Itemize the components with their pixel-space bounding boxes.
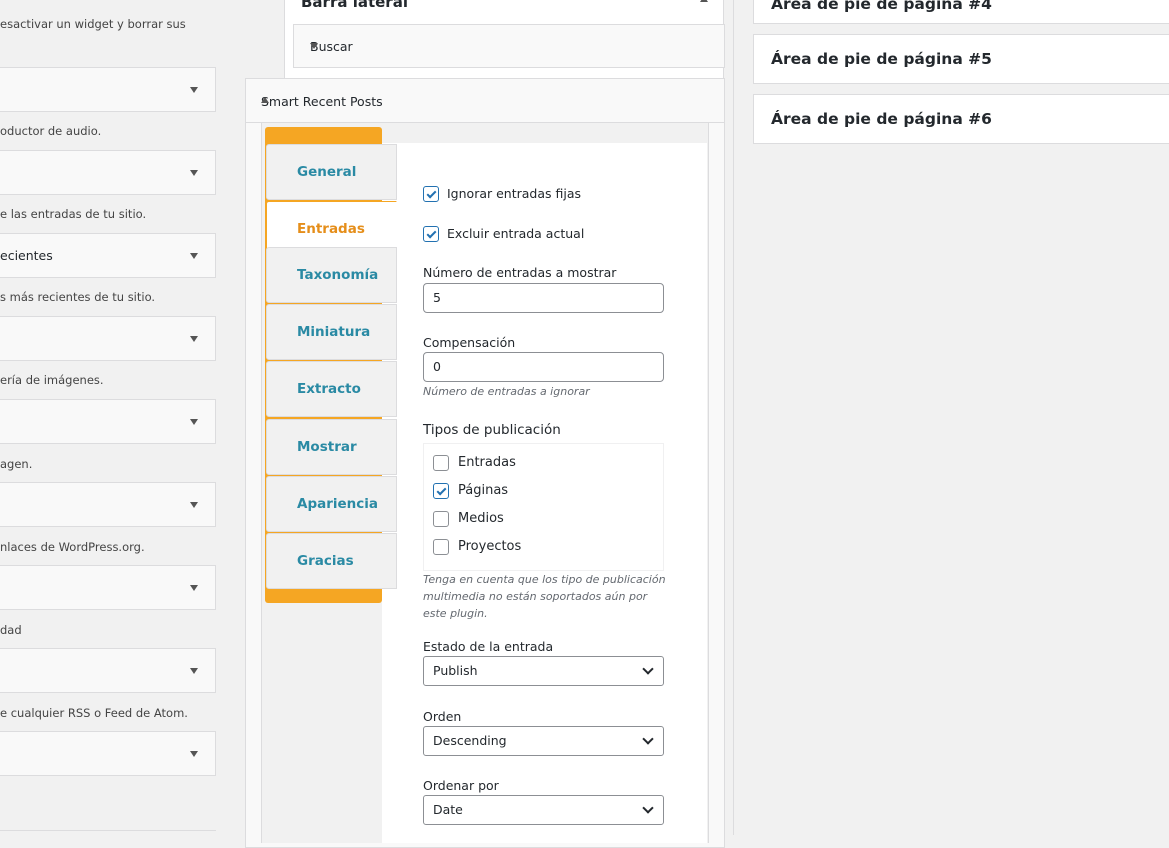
footer-area-title: Área de pie de página #4: [771, 0, 992, 13]
caret-down-icon[interactable]: [190, 336, 198, 342]
footer-area-4[interactable]: Área de pie de página #4: [753, 0, 1169, 24]
post-status-label: Estado de la entrada: [423, 639, 554, 654]
post-type-entradas-label[interactable]: Entradas: [458, 455, 516, 470]
available-widget[interactable]: [0, 67, 216, 112]
widget-description: ería de imágenes.: [0, 373, 104, 387]
footer-area-6[interactable]: Área de pie de página #6: [753, 94, 1169, 144]
exclude-current-label[interactable]: Excluir entrada actual: [447, 226, 584, 241]
available-widget[interactable]: [0, 150, 216, 195]
available-widget[interactable]: [0, 316, 216, 361]
widget-description: e cualquier RSS o Feed de Atom.: [0, 706, 188, 720]
post-status-select[interactable]: Publish: [423, 656, 664, 686]
caret-down-icon[interactable]: [190, 668, 198, 674]
ignore-sticky-checkbox[interactable]: [423, 186, 439, 202]
caret-down-icon[interactable]: [190, 253, 198, 259]
widget-description: nlaces de WordPress.org.: [0, 540, 145, 554]
caret-down-icon[interactable]: [190, 419, 198, 425]
tab-taxonomia[interactable]: Taxonomía: [266, 247, 397, 303]
widget-label: ecientes: [0, 248, 53, 263]
tab-mostrar[interactable]: Mostrar: [266, 419, 397, 475]
footer-area-title: Área de pie de página #6: [771, 110, 992, 128]
widget-description: oductor de audio.: [0, 124, 102, 138]
caret-down-icon[interactable]: [190, 585, 198, 591]
num-posts-label: Número de entradas a mostrar: [423, 265, 617, 280]
post-status-value: Publish: [433, 663, 478, 678]
orderby-value: Date: [433, 802, 463, 817]
checkmark-icon: [426, 188, 436, 198]
checkmark-icon: [436, 485, 446, 495]
caret-down-icon[interactable]: [190, 87, 198, 93]
post-type-proyectos-checkbox[interactable]: [433, 539, 449, 555]
available-widget[interactable]: [0, 482, 216, 527]
smart-recent-posts-title: Smart Recent Posts: [261, 94, 383, 109]
num-posts-input[interactable]: 5: [423, 283, 664, 313]
caret-up-icon[interactable]: [261, 97, 269, 103]
post-type-proyectos-label[interactable]: Proyectos: [458, 539, 521, 554]
widgets-intro-text: esactivar un widget y borrar sus: [0, 17, 186, 31]
order-value: Descending: [433, 733, 507, 748]
offset-hint: Número de entradas a ignorar: [423, 385, 590, 398]
available-widget[interactable]: [0, 399, 216, 444]
widget-description: dad: [0, 623, 22, 637]
caret-down-icon[interactable]: [190, 502, 198, 508]
widget-description: agen.: [0, 457, 33, 471]
chevron-down-icon: [642, 733, 654, 745]
tab-extracto[interactable]: Extracto: [266, 361, 397, 417]
post-types-hint: Tenga en cuenta que los tipo de publicac…: [423, 573, 666, 620]
orderby-select[interactable]: Date: [423, 795, 664, 825]
available-widget[interactable]: [0, 731, 216, 776]
smart-recent-posts-header[interactable]: Smart Recent Posts: [245, 78, 725, 123]
order-select[interactable]: Descending: [423, 726, 664, 756]
post-type-medios-checkbox[interactable]: [433, 511, 449, 527]
orderby-label: Ordenar por: [423, 778, 499, 793]
widget-description: e las entradas de tu sitio.: [0, 207, 147, 221]
tab-miniatura[interactable]: Miniatura: [266, 304, 397, 360]
tab-gracias[interactable]: Gracias: [266, 533, 397, 589]
available-widget[interactable]: [0, 648, 216, 693]
tab-apariencia[interactable]: Apariencia: [266, 476, 397, 532]
caret-down-icon[interactable]: [190, 170, 198, 176]
chevron-down-icon: [642, 802, 654, 814]
offset-label: Compensación: [423, 335, 516, 350]
exclude-current-checkbox[interactable]: [423, 226, 439, 242]
order-label: Orden: [423, 709, 462, 724]
available-widget[interactable]: ecientes: [0, 233, 216, 278]
checkmark-icon: [426, 228, 436, 238]
ignore-sticky-label[interactable]: Ignorar entradas fijas: [447, 186, 581, 201]
widget-description: s más recientes de tu sitio.: [0, 290, 156, 304]
post-type-paginas-checkbox[interactable]: [433, 483, 449, 499]
available-widget-partial: [0, 830, 216, 840]
sidebar-title[interactable]: Barra lateral: [301, 0, 408, 11]
caret-down-icon[interactable]: [310, 43, 318, 49]
footer-area-title: Área de pie de página #5: [771, 50, 992, 68]
search-widget[interactable]: Buscar: [293, 24, 725, 68]
post-type-paginas-label[interactable]: Páginas: [458, 483, 508, 498]
caret-up-icon[interactable]: [700, 0, 708, 2]
caret-down-icon[interactable]: [190, 751, 198, 757]
available-widget[interactable]: [0, 565, 216, 610]
post-type-medios-label[interactable]: Medios: [458, 511, 504, 526]
offset-input[interactable]: 0: [423, 352, 664, 382]
post-type-entradas-checkbox[interactable]: [433, 455, 449, 471]
chevron-down-icon: [642, 663, 654, 675]
post-types-label: Tipos de publicación: [423, 422, 561, 438]
footer-area-5[interactable]: Área de pie de página #5: [753, 34, 1169, 84]
tab-general[interactable]: General: [266, 144, 397, 200]
